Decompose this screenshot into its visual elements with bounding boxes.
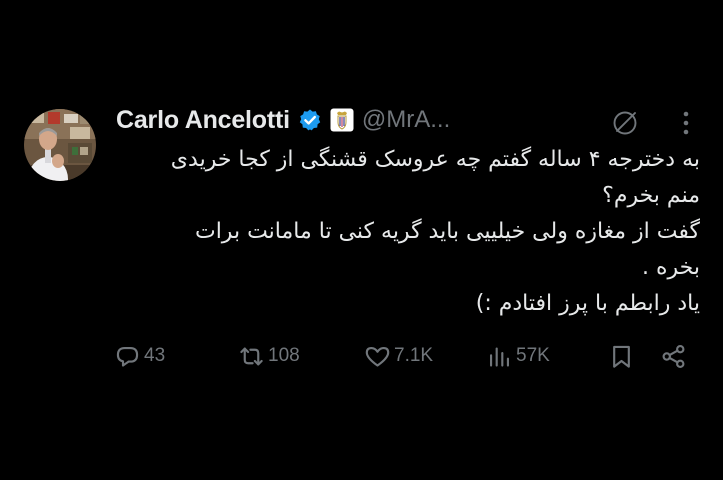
grok-icon[interactable] bbox=[608, 106, 642, 140]
share-icon bbox=[662, 344, 685, 368]
author-display-name[interactable]: Carlo Ancelotti bbox=[116, 106, 290, 135]
heart-icon bbox=[365, 346, 390, 367]
tweet-header: Carlo Ancelotti @MrA... bbox=[116, 102, 450, 138]
bookmark-button[interactable] bbox=[608, 338, 635, 374]
tweet-text: به دخترجه ۴ ساله گفتم چه عروسک قشنگی از … bbox=[116, 142, 700, 322]
tweet-text-line: گفت از مغازه ولی خیلییی باید گریه کنی تا… bbox=[194, 219, 700, 244]
tweet[interactable]: Carlo Ancelotti @MrA... به دخترجه ۴ ساله… bbox=[0, 0, 723, 480]
views-icon bbox=[489, 347, 510, 367]
verified-badge-icon bbox=[298, 108, 322, 132]
tweet-text-line: یاد رابطم با پرز افتادم :) bbox=[475, 291, 700, 316]
views-button[interactable]: 57K bbox=[486, 338, 550, 374]
more-icon[interactable] bbox=[676, 108, 696, 138]
repost-button[interactable]: 108 bbox=[238, 338, 300, 374]
avatar[interactable] bbox=[24, 109, 96, 181]
bookmark-icon bbox=[613, 345, 630, 368]
view-count: 57K bbox=[516, 345, 550, 366]
like-button[interactable]: 7.1K bbox=[364, 338, 433, 374]
tweet-text-line: منم بخرم؟ bbox=[602, 183, 700, 208]
tweet-text-line: به دخترجه ۴ ساله گفتم چه عروسک قشنگی از … bbox=[170, 147, 700, 172]
reply-icon bbox=[116, 346, 139, 367]
tweet-text-line: بخره . bbox=[642, 255, 700, 280]
like-count: 7.1K bbox=[394, 345, 434, 366]
share-button[interactable] bbox=[660, 338, 687, 374]
author-handle[interactable]: @MrA... bbox=[362, 106, 450, 134]
real-madrid-crest-icon[interactable] bbox=[330, 108, 354, 132]
reply-button[interactable]: 43 bbox=[114, 338, 165, 374]
reply-count: 43 bbox=[144, 345, 166, 366]
repost-count: 108 bbox=[268, 345, 300, 366]
repost-icon bbox=[240, 347, 263, 365]
